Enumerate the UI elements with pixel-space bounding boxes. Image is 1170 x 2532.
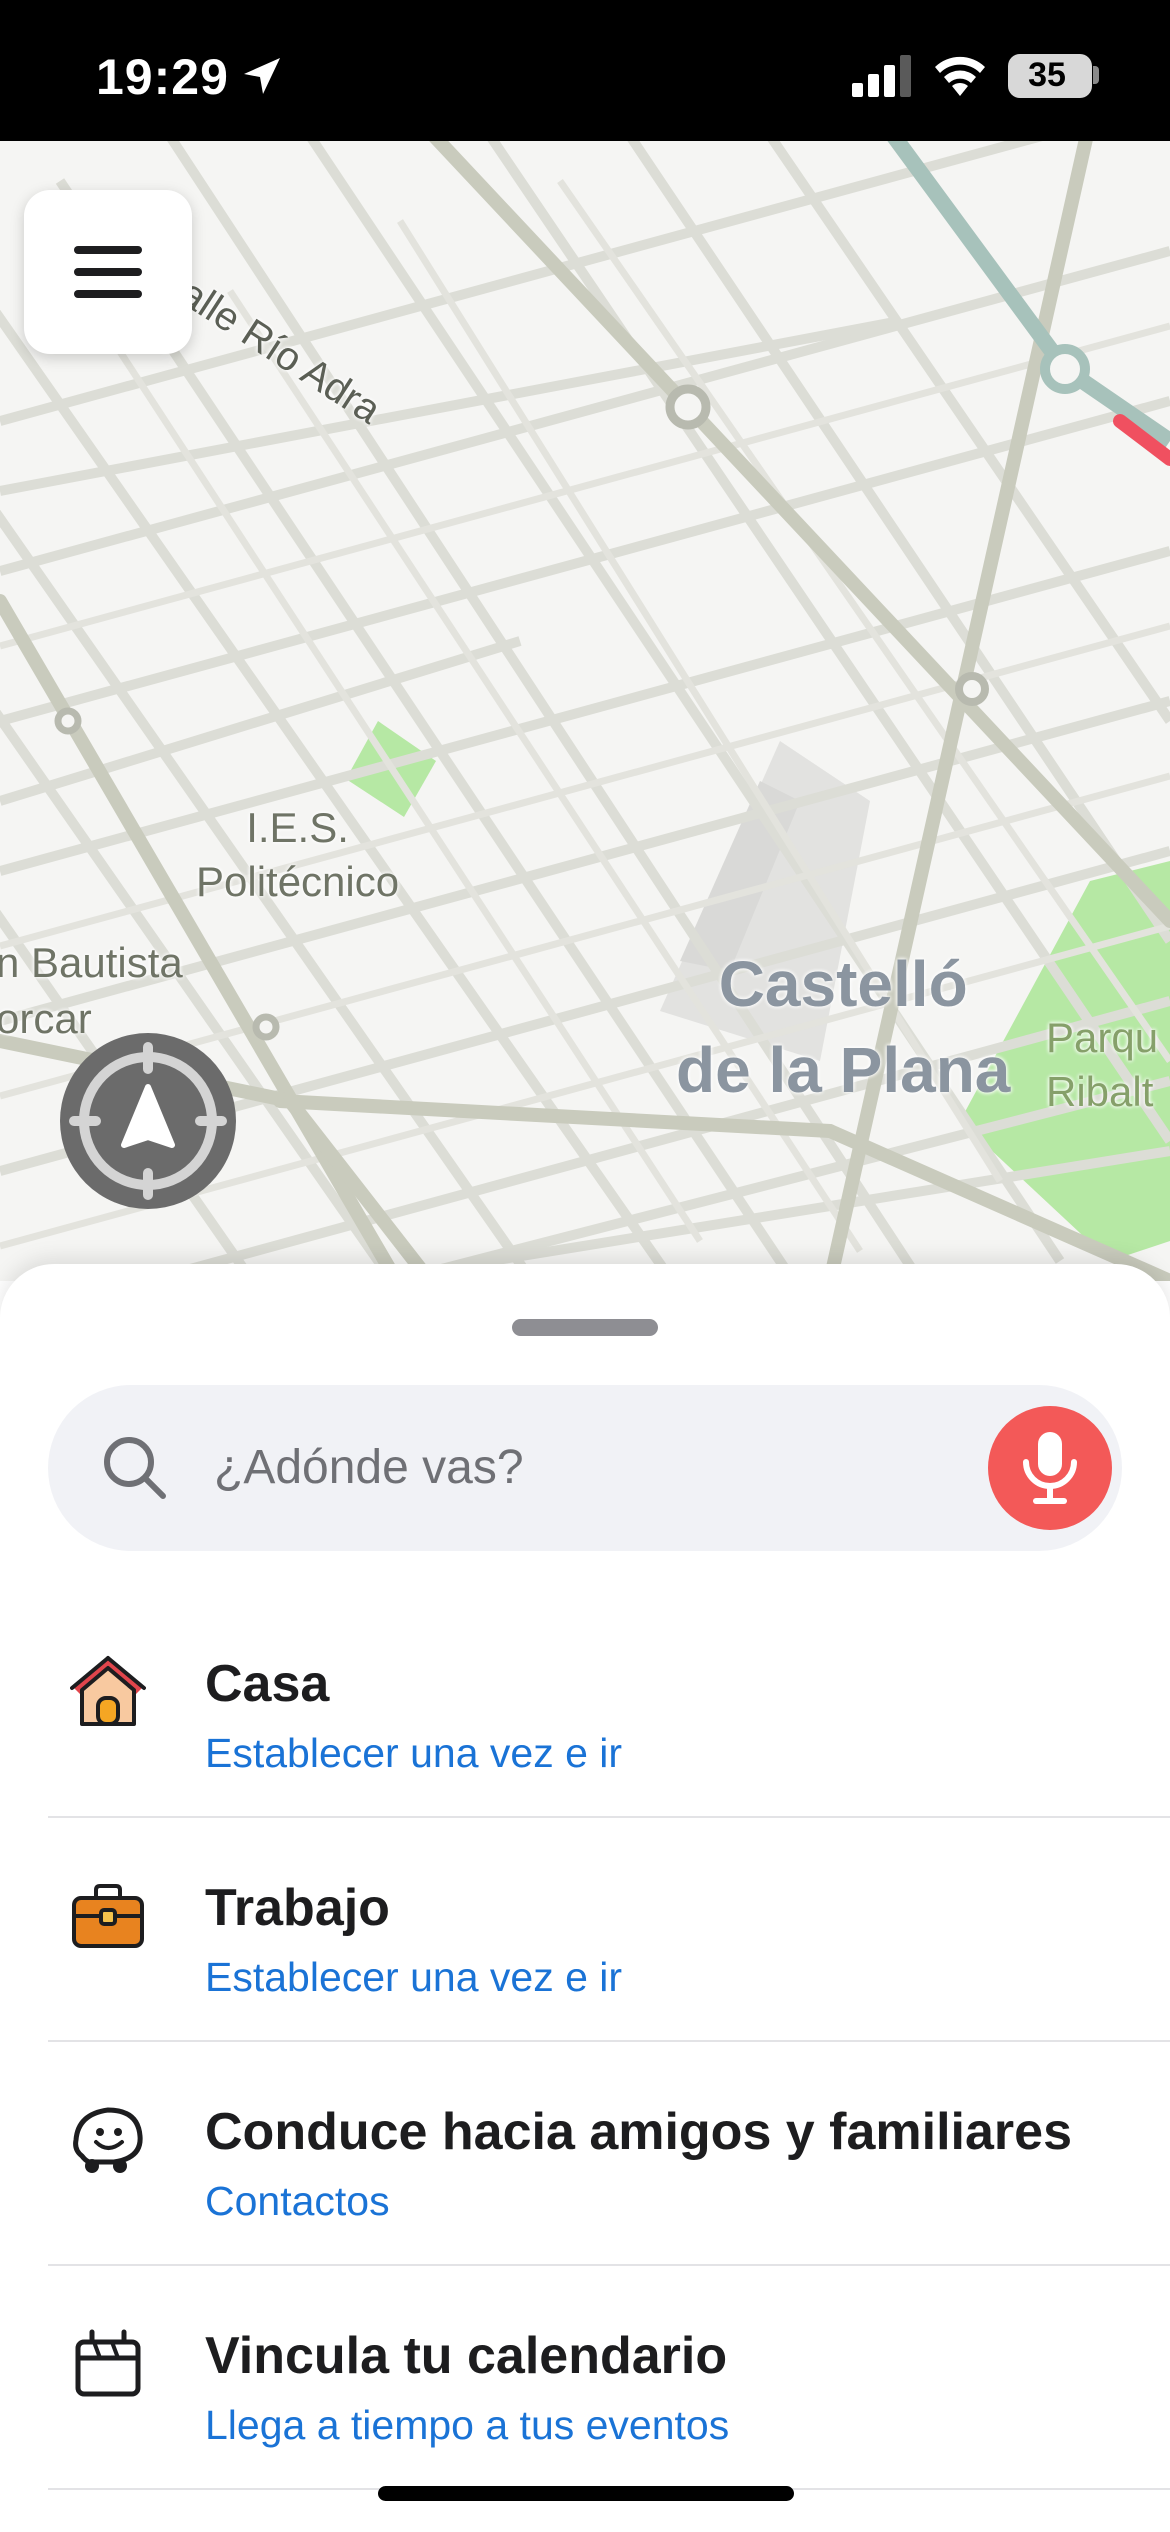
list-item-subtitle[interactable]: Establecer una vez e ir [205, 1954, 622, 2001]
park-label: Parqu Ribalt [1046, 1011, 1158, 1119]
status-time: 19:29 [96, 49, 229, 105]
wifi-icon [935, 56, 985, 96]
calendar-icon [75, 2329, 141, 2397]
poi-label-line2: Politécnico [196, 858, 400, 905]
waze-smile-icon [73, 2107, 143, 2173]
city-label-line2: de la Plana [676, 1034, 1011, 1106]
list-item-subtitle[interactable]: Establecer una vez e ir [205, 1730, 622, 1777]
battery-indicator: 35 [1008, 54, 1092, 98]
list-item-calendar[interactable]: Vincula tu calendario Llega a tiempo a t… [0, 2266, 1170, 2490]
poi-label: I.E.S. Politécnico [196, 801, 399, 909]
shortcut-list: Casa Establecer una vez e ir Trabajo Est… [0, 1594, 1170, 2490]
list-item-title: Conduce hacia amigos y familiares [205, 2103, 1072, 2161]
crosshair-navigation-icon [69, 1042, 227, 1200]
city-label-line1: Castelló [718, 948, 968, 1020]
list-item-work[interactable]: Trabajo Establecer una vez e ir [0, 1818, 1170, 2042]
microphone-icon [1023, 1432, 1077, 1504]
cellular-signal-icon [852, 55, 911, 97]
list-item-friends[interactable]: Conduce hacia amigos y familiares Contac… [0, 2042, 1170, 2266]
hamburger-bar [74, 246, 142, 254]
list-item-title: Trabajo [205, 1879, 390, 1937]
list-item-title: Vincula tu calendario [205, 2327, 728, 2385]
list-item-subtitle[interactable]: Llega a tiempo a tus eventos [205, 2402, 729, 2449]
recenter-button[interactable] [60, 1033, 236, 1209]
hamburger-bar [74, 268, 142, 276]
search-input[interactable] [214, 1427, 974, 1507]
house-icon [70, 1656, 146, 1726]
search-bar[interactable] [48, 1385, 1122, 1551]
sheet-grabber[interactable] [512, 1319, 658, 1336]
city-label: Castelló de la Plana [676, 941, 1010, 1113]
hamburger-bar [74, 290, 142, 298]
bautista-label-line1: n Bautista [0, 939, 183, 986]
list-item-title: Casa [205, 1655, 330, 1713]
location-arrow-icon [244, 58, 280, 94]
list-item-subtitle[interactable]: Contactos [205, 2178, 390, 2225]
search-icon [104, 1437, 166, 1499]
street-label-bautista: n Bautista orcar [0, 935, 183, 1047]
poi-label-line1: I.E.S. [246, 804, 349, 851]
battery-cap [1093, 66, 1099, 84]
park-label-line1: Parqu [1046, 1014, 1159, 1061]
battery-level: 35 [1028, 56, 1066, 94]
briefcase-icon [72, 1884, 144, 1948]
menu-button[interactable] [24, 190, 192, 354]
bottom-sheet[interactable]: Casa Establecer una vez e ir Trabajo Est… [0, 1264, 1170, 2532]
home-indicator [378, 2486, 794, 2501]
status-bar: 19:29 35 [0, 0, 1170, 141]
list-item-home[interactable]: Casa Establecer una vez e ir [0, 1594, 1170, 1818]
park-label-line2: Ribalt [1046, 1068, 1154, 1115]
voice-search-button[interactable] [988, 1406, 1112, 1530]
